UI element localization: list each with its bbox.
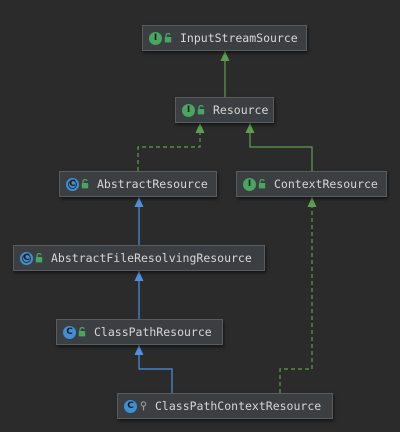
public-lock-icon [81,179,89,189]
interface-icon: I [149,31,162,45]
edge-line [279,197,313,393]
arrowhead-icon [307,197,317,207]
arrowhead-icon [134,271,144,281]
node-abstract-file-resolving-resource[interactable]: C AbstractFileResolvingResource [13,245,265,271]
interface-icon: I [243,177,256,191]
node-label: AbstractResource [97,177,208,191]
edge-ClassPathResource-to-AbstractFileResolvingResource [134,271,144,319]
edge-AbstractResource-to-Resource [137,123,205,171]
node-label: ClassPathResource [94,325,212,339]
node-input-stream-source[interactable]: I InputStreamSource [142,25,307,51]
arrowhead-icon [220,51,230,61]
node-class-path-context-resource[interactable]: C ClassPathContextResource [117,393,333,419]
node-label: Resource [213,103,269,117]
edge-ContextResource-to-Resource [245,123,313,171]
public-lock-icon [78,327,86,337]
node-label: ClassPathContextResource [155,399,322,413]
node-label: AbstractFileResolvingResource [51,251,252,265]
edge-line [249,123,313,171]
arrowhead-icon [195,123,205,133]
class-icon: C [63,325,76,339]
interface-icon: I [182,103,195,117]
uml-class-diagram: I InputStreamSource I Resource C Abstrac… [0,0,400,432]
edge-line [138,345,173,393]
node-class-path-resource[interactable]: C ClassPathResource [56,319,223,345]
abstract-class-icon: C [20,251,33,265]
node-resource[interactable]: I Resource [175,97,274,123]
public-lock-icon [197,105,205,115]
abstract-class-icon: C [66,177,79,191]
public-lock-icon [164,33,172,43]
node-label: ContextResource [274,177,378,191]
arrowhead-icon [245,123,255,133]
node-abstract-resource[interactable]: C AbstractResource [59,171,217,197]
arrowhead-icon [134,345,144,355]
package-private-icon [140,401,147,411]
node-label: InputStreamSource [180,31,298,45]
public-lock-icon [35,253,43,263]
edge-line [137,123,201,171]
arrowhead-icon [134,197,144,207]
edge-AbstractFileResolvingResource-to-AbstractResource [134,197,144,245]
edge-Resource-to-InputStreamSource [220,51,230,97]
edge-ClassPathContextResource-to-ContextResource [279,197,317,393]
class-icon: C [124,399,137,413]
edge-ClassPathContextResource-to-ClassPathResource [134,345,173,393]
public-lock-icon [258,179,266,189]
inheritance-edges [134,51,317,393]
node-context-resource[interactable]: I ContextResource [236,171,387,197]
